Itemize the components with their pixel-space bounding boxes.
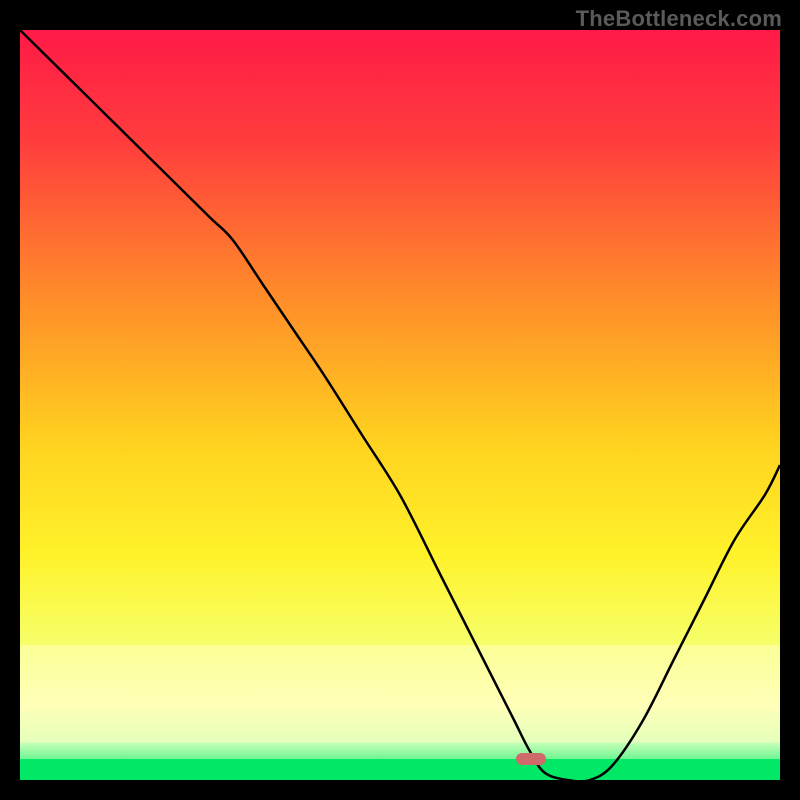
bottleneck-curve xyxy=(20,30,780,780)
curve-layer xyxy=(20,30,780,780)
watermark-label: TheBottleneck.com xyxy=(576,6,782,32)
bottleneck-chart: TheBottleneck.com xyxy=(0,0,800,800)
plot-area xyxy=(20,30,780,780)
optimal-point-marker xyxy=(516,753,546,765)
